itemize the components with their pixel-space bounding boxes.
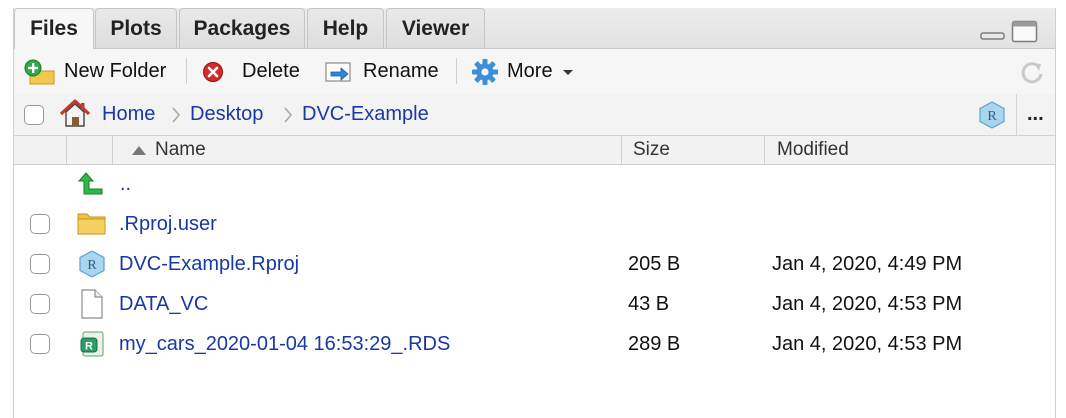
table-row[interactable]: R DVC-Example.Rproj 205 B Jan 4, 2020, 4… (14, 244, 1055, 284)
select-all-checkbox[interactable] (24, 105, 44, 125)
svg-text:R: R (987, 109, 997, 124)
svg-text:R: R (87, 258, 97, 273)
table-row[interactable]: DATA_VC 43 B Jan 4, 2020, 4:53 PM (14, 284, 1055, 324)
rename-button[interactable]: Rename (323, 49, 439, 94)
breadcrumb: Home Desktop DVC-Example R ... (14, 94, 1055, 136)
folder-icon (77, 213, 106, 235)
table-row[interactable]: .Rproj.user (14, 204, 1055, 244)
row-checkbox[interactable] (30, 254, 50, 274)
files-pane: Files Plots Packages Help Viewer New Fol… (13, 8, 1056, 418)
rds-icon: R (80, 331, 104, 357)
tab-bar: Files Plots Packages Help Viewer (14, 8, 1055, 49)
new-folder-button[interactable]: New Folder (24, 49, 166, 94)
tab-packages[interactable]: Packages (179, 8, 305, 48)
file-name-link[interactable]: my_cars_2020-01-04 16:53:29_.RDS (119, 324, 450, 364)
column-divider (112, 136, 113, 164)
toolbar-divider (456, 58, 457, 84)
file-name-link[interactable]: DATA_VC (119, 284, 208, 324)
column-header-modified[interactable]: Modified (777, 136, 849, 164)
column-divider (621, 136, 622, 164)
file-size: 43 B (628, 292, 670, 315)
file-name-link[interactable]: DVC-Example.Rproj (119, 244, 299, 284)
files-toolbar: New Folder Delete Rename More (14, 49, 1055, 95)
delete-button[interactable]: Delete (202, 49, 300, 94)
home-icon[interactable] (58, 99, 92, 129)
file-name-link[interactable]: .. (120, 164, 131, 204)
sort-ascending-icon (132, 146, 146, 155)
breadcrumb-divider (1016, 94, 1017, 135)
breadcrumb-dvc-example[interactable]: DVC-Example (302, 94, 429, 135)
file-list-header: Name Size Modified (14, 136, 1055, 165)
rproject-icon[interactable]: R (978, 101, 1006, 129)
toolbar-divider (186, 58, 187, 84)
column-header-name[interactable]: Name (131, 136, 206, 164)
table-row[interactable]: .. (14, 164, 1055, 204)
delete-icon (203, 61, 223, 82)
more-options-button[interactable]: ... (1027, 94, 1044, 135)
tab-help[interactable]: Help (307, 8, 384, 48)
tab-viewer[interactable]: Viewer (386, 8, 485, 48)
chevron-down-icon (562, 69, 573, 75)
tab-files[interactable]: Files (14, 8, 94, 49)
breadcrumb-desktop[interactable]: Desktop (190, 94, 263, 135)
chevron-right-icon (284, 107, 293, 123)
tab-plots[interactable]: Plots (95, 8, 177, 48)
column-divider (764, 136, 765, 164)
file-modified: Jan 4, 2020, 4:53 PM (772, 332, 963, 355)
file-size: 289 B (628, 332, 681, 355)
minimize-icon[interactable] (980, 22, 1006, 42)
file-name-link[interactable]: .Rproj.user (119, 204, 217, 244)
rename-icon (325, 61, 351, 82)
row-checkbox[interactable] (30, 294, 50, 314)
row-checkbox[interactable] (30, 214, 50, 234)
table-row[interactable]: R my_cars_2020-01-04 16:53:29_.RDS 289 B… (14, 324, 1055, 364)
breadcrumb-home[interactable]: Home (102, 94, 155, 135)
column-header-size[interactable]: Size (633, 136, 670, 164)
more-menu-button[interactable]: More (471, 49, 575, 94)
file-modified: Jan 4, 2020, 4:53 PM (772, 292, 963, 315)
gear-icon (472, 58, 498, 85)
column-divider (66, 136, 67, 164)
new-folder-icon (24, 59, 55, 84)
refresh-icon[interactable] (1019, 59, 1045, 85)
file-size: 205 B (628, 252, 681, 275)
file-icon (81, 289, 103, 319)
rproj-icon: R (79, 250, 105, 278)
file-modified: Jan 4, 2020, 4:49 PM (772, 252, 963, 275)
maximize-icon[interactable] (1011, 20, 1039, 44)
chevron-right-icon (172, 107, 181, 123)
row-checkbox[interactable] (30, 334, 50, 354)
svg-text:R: R (85, 341, 93, 353)
parent-dir-icon (78, 172, 103, 195)
